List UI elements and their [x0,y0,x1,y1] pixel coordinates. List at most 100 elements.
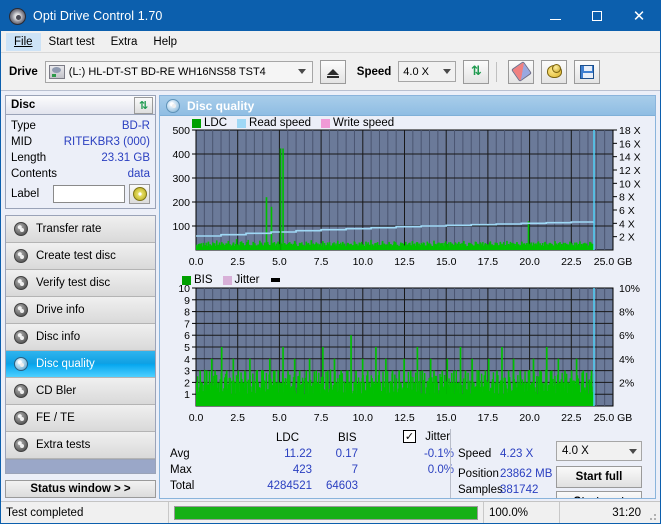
sidebar-item-disc-info[interactable]: Disc info [6,324,155,351]
legend-label-bis: BIS [194,274,213,286]
sidebar-item-extra-tests[interactable]: Extra tests [6,432,155,459]
disc-label-button[interactable] [129,184,150,204]
svg-text:8 X: 8 X [619,192,635,204]
drive-label: Drive [9,65,38,78]
refresh-button[interactable]: ⇅ [463,59,490,84]
tools-button[interactable] [541,59,568,84]
sidebar-item-transfer-rate[interactable]: Transfer rate [6,216,155,243]
app-window: Opti Drive Control 1.70 ✕ File Start tes… [0,0,661,524]
disc-length-key: Length [11,152,47,164]
start-part-button[interactable]: Start part [556,491,642,498]
menu-item-extra[interactable]: Extra [103,33,146,51]
disc-row-contents: Contents data [11,166,150,182]
sidebar-item-verify-test-disc[interactable]: Verify test disc [6,270,155,297]
svg-text:0.0: 0.0 [189,412,204,424]
close-button[interactable]: ✕ [618,1,660,31]
eject-button[interactable] [319,59,346,84]
drive-select[interactable]: (L:) HL-DT-ST BD-RE WH16NS58 TST4 [44,60,313,83]
stats-max-bis: 7 [351,464,358,476]
statistics-panel: LDC BIS ✓ Jitter Avg 11.22 0.17 -0.1% Ma… [160,429,655,498]
svg-text:200: 200 [172,197,190,209]
menu-item-file[interactable]: File [6,32,41,51]
start-part-label: Start part [573,496,624,498]
window-controls: ✕ [534,1,660,31]
svg-text:22.5: 22.5 [561,256,582,268]
minimize-icon [549,18,561,20]
svg-text:2.5: 2.5 [230,256,245,268]
maximize-icon [592,11,602,21]
menu-item-help[interactable]: Help [145,33,185,51]
svg-text:14 X: 14 X [619,152,641,164]
start-full-button[interactable]: Start full [556,466,642,488]
speed-select-value: 4.0 X [403,65,429,78]
svg-text:7.5: 7.5 [314,256,329,268]
status-bar: Test completed 100.0% 31:20 [1,501,660,523]
disc-refresh-button[interactable]: ⇅ [134,96,153,114]
toolbar-separator [496,61,498,82]
menu-start-test-label: Start test [48,35,95,48]
svg-text:500: 500 [172,125,190,137]
bug-icon [546,64,562,78]
erase-button[interactable] [508,59,535,84]
svg-text:17.5: 17.5 [478,256,499,268]
save-icon [580,64,595,79]
sidebar-item-disc-quality[interactable]: Disc quality [6,351,155,378]
sidebar-item-label: Verify test disc [36,277,111,289]
sidebar-nav-spacer [6,459,155,473]
bis-chart-legend: BIS Jitter [182,274,281,286]
chevron-down-icon [297,69,306,74]
svg-text:15.0: 15.0 [436,256,457,268]
jitter-checkbox[interactable]: ✓ [403,430,416,443]
stats-header-ldc: LDC [276,432,300,444]
stats-divider [450,429,451,498]
disc-icon [14,384,28,398]
test-speed-select[interactable]: 4.0 X [556,441,642,461]
speed-select[interactable]: 4.0 X [398,61,457,82]
resize-grip-icon[interactable] [646,502,660,524]
sidebar-item-label: FE / TE [36,412,75,424]
disc-icon [14,438,28,452]
svg-text:12.5: 12.5 [394,256,415,268]
svg-text:4%: 4% [619,354,634,366]
menu-help-label: Help [153,35,178,48]
sidebar: Disc ⇅ Type BD-R MID RITEKBR3 (000) Leng… [1,92,159,501]
save-button[interactable] [574,59,601,84]
menu-item-start-test[interactable]: Start test [41,33,103,51]
sidebar-item-label: Create test disc [36,250,116,262]
svg-text:5.0: 5.0 [272,412,287,424]
disc-row-mid: MID RITEKBR3 (000) [11,134,150,150]
stats-total-bis: 64603 [326,480,358,492]
sidebar-item-label: Disc quality [36,358,95,370]
sidebar-item-cd-bler[interactable]: CD Bler [6,378,155,405]
legend-swatch-bis [182,275,191,285]
sidebar-item-create-test-disc[interactable]: Create test disc [6,243,155,270]
maximize-button[interactable] [576,1,618,31]
jitter-checkbox-row[interactable]: ✓ Jitter [403,430,450,443]
stats-max-jitter: 0.0% [427,464,454,476]
eject-icon [326,68,339,78]
sidebar-item-fe-te[interactable]: FE / TE [6,405,155,432]
progress-percent: 100.0% [484,501,560,523]
minimize-button[interactable] [534,1,576,31]
stats-header-bis: BIS [338,432,357,444]
ldc-chart-legend: LDC Read speed Write speed [192,117,400,129]
menu-extra-label: Extra [110,35,138,48]
close-icon: ✕ [632,6,646,25]
sidebar-item-drive-info[interactable]: Drive info [6,297,155,324]
status-window-label: Status window > > [30,483,131,495]
start-full-label: Start full [575,471,623,483]
position-stat-label: Position [458,468,499,480]
menu-file-label: File [14,35,33,48]
status-window-button[interactable]: Status window > > [5,480,156,498]
legend-item-ldc: LDC [192,117,227,129]
chevron-down-icon [443,69,452,74]
speed-stat-label: Speed [458,448,492,460]
stats-avg-ldc: 11.22 [284,448,312,460]
test-speed-value: 4.0 X [562,445,589,457]
samples-stat-label: Samples [458,484,503,496]
svg-text:4 X: 4 X [619,218,635,230]
legend-item-jitter: Jitter [222,274,259,286]
svg-text:2%: 2% [619,377,634,389]
disc-label-input[interactable] [53,185,125,203]
svg-text:5: 5 [184,342,190,354]
